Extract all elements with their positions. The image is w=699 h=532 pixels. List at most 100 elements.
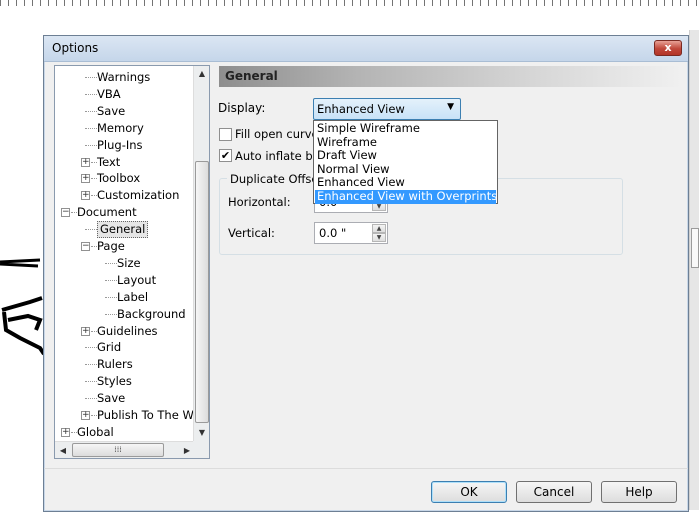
tree-item[interactable]: Warnings (55, 69, 195, 86)
tree-item-label: Toolbox (97, 171, 141, 186)
cancel-button[interactable]: Cancel (516, 481, 592, 503)
canvas-scroll-thumb[interactable] (691, 228, 699, 268)
help-button[interactable]: Help (601, 481, 677, 503)
expand-icon[interactable]: + (81, 157, 90, 167)
expand-icon[interactable]: + (81, 191, 90, 201)
dialog-title: Options (52, 41, 99, 55)
tree-connector (85, 110, 97, 112)
tree-item-label: Background (117, 306, 186, 321)
dropdown-option[interactable]: Normal View (315, 162, 496, 177)
collapse-icon[interactable]: − (61, 208, 70, 218)
tree-connector (85, 77, 97, 78)
vertical-spinbox[interactable]: 0.0 " ▲ ▼ (314, 222, 388, 244)
expand-icon[interactable]: + (81, 326, 90, 336)
tree-connector (85, 93, 97, 95)
tree-item-label: Plug-Ins (97, 137, 143, 152)
scroll-left-arrow-icon[interactable]: ◀ (55, 442, 71, 459)
auto-inflate-label: Auto inflate bitr (235, 149, 326, 163)
display-select[interactable]: Enhanced View ▼ (313, 98, 461, 120)
tree-connector (105, 279, 117, 281)
tree-item[interactable]: − Page (55, 238, 195, 255)
tree-item-label: Size (117, 255, 141, 270)
tree-item-label: VBA (97, 86, 121, 101)
tree-item[interactable]: VBA (55, 86, 195, 103)
display-select-value: Enhanced View (317, 102, 405, 116)
expand-icon[interactable]: + (61, 427, 70, 437)
duplicate-offset-title: Duplicate Offset (227, 172, 326, 186)
tree-item-label: Grid (97, 340, 122, 355)
dialog-titlebar[interactable]: Options x (44, 36, 688, 62)
tree-hscroll-thumb[interactable]: ⁞⁞⁞ (72, 443, 164, 457)
tree-item-label: Text (97, 154, 121, 169)
tree-item[interactable]: + Guidelines (55, 323, 195, 340)
tree-item[interactable]: Label (55, 289, 195, 306)
dropdown-option[interactable]: Enhanced View with Overprints (315, 189, 497, 204)
tree-vertical-scrollbar[interactable]: ▲ ▼ (193, 66, 209, 441)
tree-scroll-thumb[interactable] (195, 161, 209, 423)
collapse-icon[interactable]: − (81, 242, 90, 251)
tree-item-label: Save (97, 103, 126, 118)
tree-items: Warnings VBA Save Memory Plug-Ins + Text + Toolb… (55, 66, 195, 441)
tree-item[interactable]: Size (55, 255, 195, 272)
tree-connector (85, 381, 97, 383)
display-label: Display: (218, 101, 266, 115)
checkmark-icon: ✔ (220, 149, 231, 162)
tree-item[interactable]: General (55, 221, 195, 239)
tree-item[interactable]: Grid (55, 339, 195, 356)
tree-item[interactable]: Styles (55, 373, 195, 390)
tree-horizontal-scrollbar[interactable]: ◀ ⁞⁞⁞ ▶ (55, 441, 195, 458)
tree-item[interactable]: Save (55, 103, 195, 120)
tree-item[interactable]: + Publish To The We (55, 407, 195, 424)
tree-item-label: Save (97, 391, 126, 406)
tree-item-label: Document (77, 205, 137, 220)
tree-item[interactable]: Memory (55, 120, 195, 137)
dropdown-option[interactable]: Simple Wireframe (315, 121, 496, 136)
expand-icon[interactable]: + (81, 174, 90, 184)
fill-open-curves-label: Fill open curves (235, 127, 325, 141)
tree-item[interactable]: + Customization (55, 187, 195, 204)
chevron-down-icon[interactable]: ▼ (447, 102, 454, 112)
tree-connector (105, 296, 117, 298)
dropdown-option[interactable]: Enhanced View (315, 176, 496, 190)
spin-up-icon[interactable]: ▲ (372, 224, 386, 233)
tree-item-label: Warnings (97, 70, 151, 84)
pane-header: General (219, 66, 682, 87)
scroll-down-arrow-icon[interactable]: ▼ (194, 425, 210, 441)
close-button[interactable]: x (654, 40, 682, 56)
ok-button[interactable]: OK (431, 481, 507, 503)
tree-item[interactable]: Rulers (55, 356, 195, 373)
options-dialog: Options x Warnings VBA Save Memory Plug-Ins +… (43, 35, 689, 512)
scroll-up-arrow-icon[interactable]: ▲ (194, 66, 210, 82)
tree-item-label: Page (97, 239, 125, 253)
dropdown-option[interactable]: Wireframe (315, 135, 496, 150)
display-dropdown-list: Simple Wireframe Wireframe Draft View Norma… (313, 120, 498, 204)
tree-item-label: Customization (97, 188, 180, 203)
tree-item[interactable]: + Global (55, 424, 195, 441)
scrollbar-corner (193, 441, 209, 458)
spin-down-icon[interactable]: ▼ (372, 233, 386, 242)
fill-open-curves-checkbox[interactable] (219, 128, 232, 141)
tree-item-label: Publish To The We (97, 408, 195, 422)
tree-item[interactable]: Save (55, 390, 195, 407)
tree-item-label: Layout (117, 272, 157, 287)
horizontal-ruler (0, 0, 699, 6)
tree-item-label: General (97, 221, 149, 239)
tree-item[interactable]: Background (55, 306, 195, 323)
tree-connector (105, 313, 117, 315)
tree-item[interactable]: + Text (55, 154, 195, 171)
auto-inflate-checkbox[interactable]: ✔ (219, 149, 232, 162)
canvas-vertical-scrollbar[interactable] (689, 30, 699, 510)
canvas-drawing (0, 258, 46, 356)
options-tree: Warnings VBA Save Memory Plug-Ins + Text + Toolb… (54, 65, 210, 459)
tree-connector (85, 144, 97, 146)
tree-item[interactable]: Layout (55, 272, 195, 289)
tree-item-label: Guidelines (97, 323, 158, 338)
tree-connector (85, 127, 97, 129)
expand-icon[interactable]: + (81, 411, 90, 420)
tree-item-label: Global (77, 424, 114, 439)
tree-item[interactable]: − Document (55, 204, 195, 221)
tree-item[interactable]: + Toolbox (55, 170, 195, 187)
tree-item[interactable]: Plug-Ins (55, 137, 195, 154)
dropdown-option[interactable]: Draft View (315, 149, 496, 163)
tree-item-label: Label (117, 289, 149, 304)
